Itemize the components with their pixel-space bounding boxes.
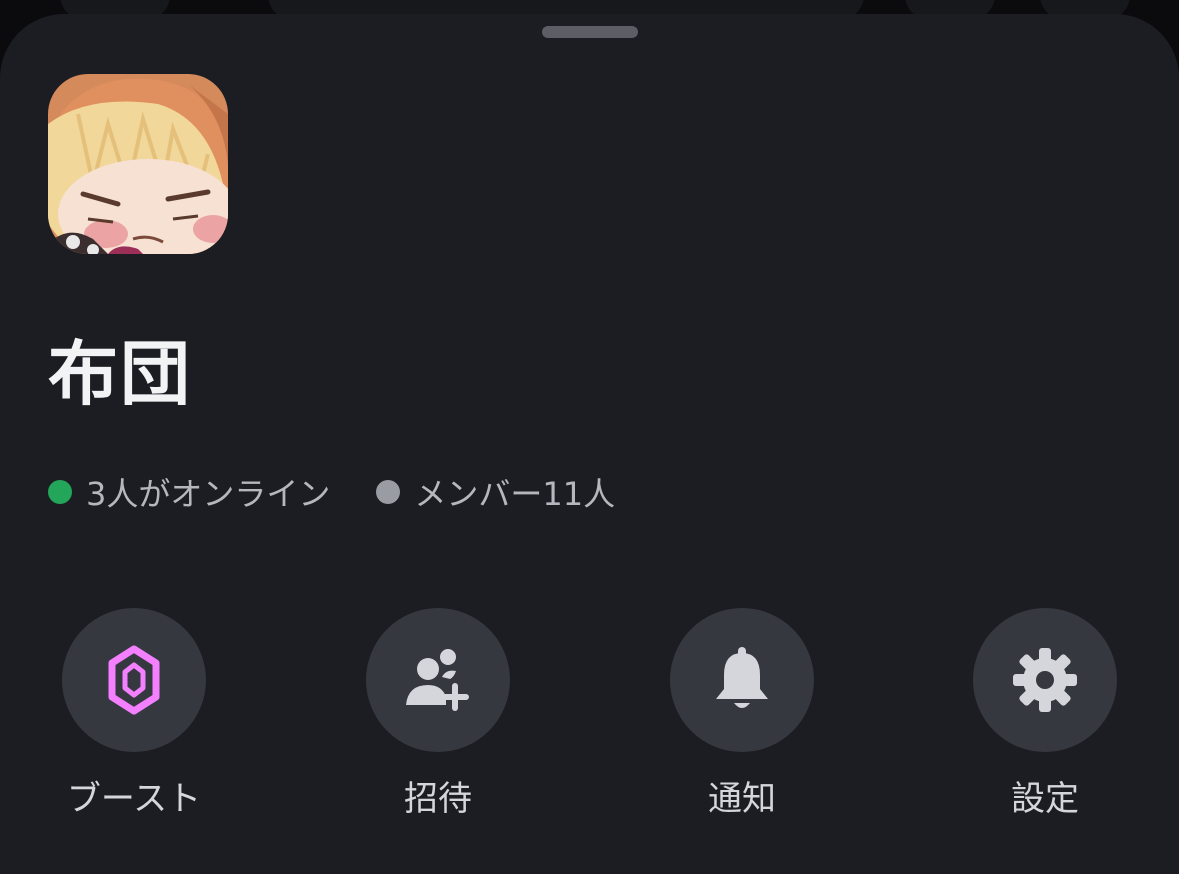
boost-gem-icon [108, 645, 160, 715]
boost-label: ブースト [66, 779, 202, 819]
settings-label: 設定 [1011, 779, 1079, 819]
server-info-sheet: 布団 3人がオンライン メンバー11人 ブースト 招待 通知 設定 [0, 14, 1179, 874]
gear-icon [1013, 648, 1077, 712]
member-status-dot [376, 480, 401, 504]
sheet-drag-handle[interactable] [542, 26, 638, 38]
server-stats: 3人がオンライン メンバー11人 [48, 469, 615, 515]
invite-action[interactable]: 招待 [328, 608, 548, 820]
bell-icon [716, 647, 768, 708]
invite-button[interactable] [366, 608, 510, 752]
boost-button[interactable] [62, 608, 206, 752]
boost-action[interactable]: ブースト [24, 608, 244, 820]
invite-label: 招待 [404, 779, 472, 819]
member-count-text: メンバー11人 [414, 475, 616, 513]
server-icon[interactable] [48, 74, 228, 254]
notifications-action[interactable]: 通知 [632, 608, 852, 820]
online-count: 3人がオンライン [48, 469, 330, 515]
anime-girl-server-icon [48, 74, 228, 254]
settings-action[interactable]: 設定 [935, 608, 1155, 820]
notifications-label: 通知 [708, 779, 776, 819]
notifications-button[interactable] [670, 608, 814, 752]
member-count: メンバー11人 [376, 469, 615, 515]
add-user-icon [406, 649, 469, 711]
server-name: 布団 [48, 333, 192, 415]
online-status-dot [48, 480, 72, 504]
online-count-text: 3人がオンライン [86, 475, 331, 513]
settings-button[interactable] [973, 608, 1117, 752]
